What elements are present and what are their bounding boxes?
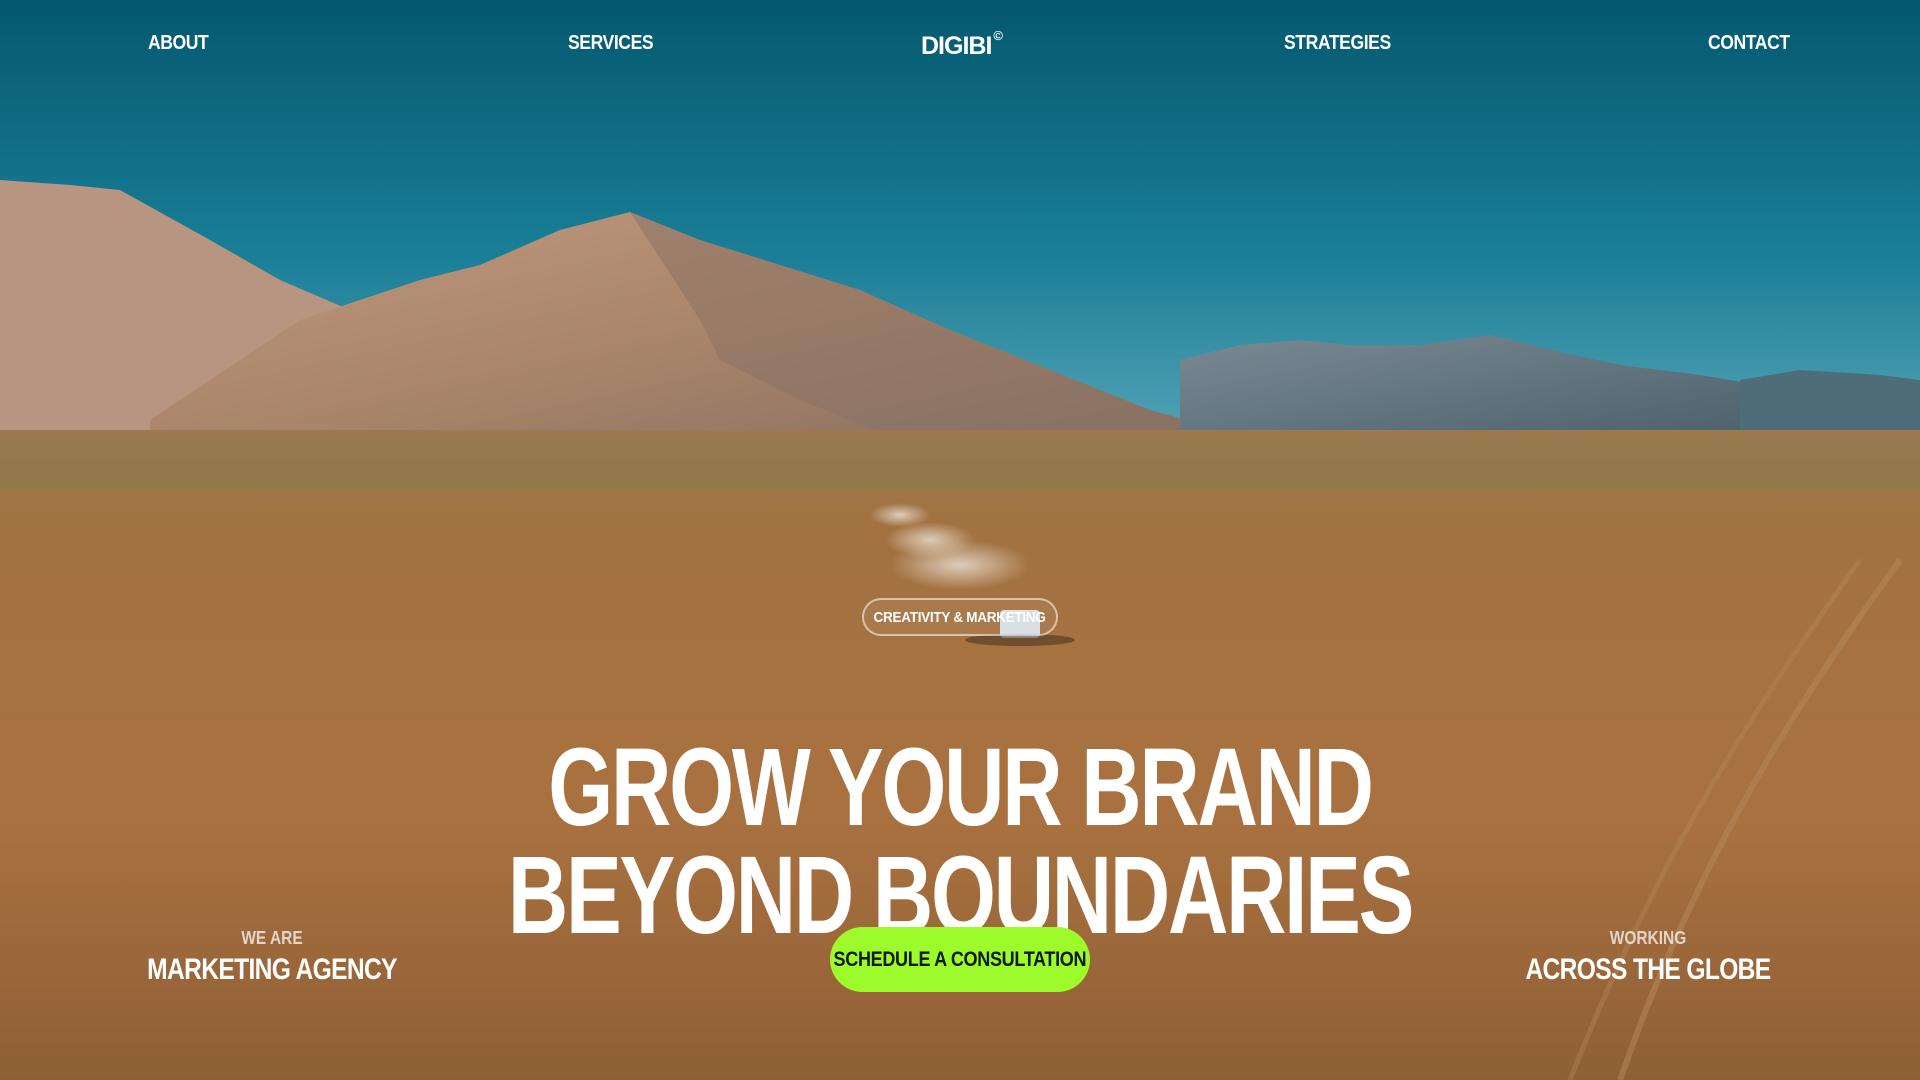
hero-tag-pill: CREATIVITY & MARKETING [862,598,1058,636]
nav-link-strategies[interactable]: STRATEGIES [1284,32,1391,55]
hero-headline-line-1: GROW YOUR BRAND [548,725,1374,849]
brand-logo-text: DIGIBI [921,32,992,60]
global-title: ACROSS THE GLOBE [1525,953,1771,986]
copyright-icon: © [993,28,1003,43]
top-navigation: ABOUT SERVICES DIGIBI © STRATEGIES CONTAC… [0,0,1920,96]
agency-descriptor: WE ARE MARKETING AGENCY [112,928,432,987]
schedule-consultation-button[interactable]: SCHEDULE A CONSULTATION [830,927,1090,992]
nav-link-about[interactable]: ABOUT [148,32,209,55]
nav-link-services[interactable]: SERVICES [568,32,654,55]
global-descriptor: WORKING ACROSS THE GLOBE [1488,928,1808,987]
hero-tag-text: CREATIVITY & MARKETING [873,608,1047,626]
brand-logo[interactable]: DIGIBI © [921,28,1003,61]
schedule-consultation-label: SCHEDULE A CONSULTATION [833,947,1087,971]
nav-link-contact[interactable]: CONTACT [1708,32,1790,55]
hero-headline: GROW YOUR BRAND BEYOND BOUNDARIES [0,725,1920,950]
agency-kicker: WE ARE [241,928,303,948]
global-kicker: WORKING [1609,928,1687,948]
agency-title: MARKETING AGENCY [147,953,397,986]
